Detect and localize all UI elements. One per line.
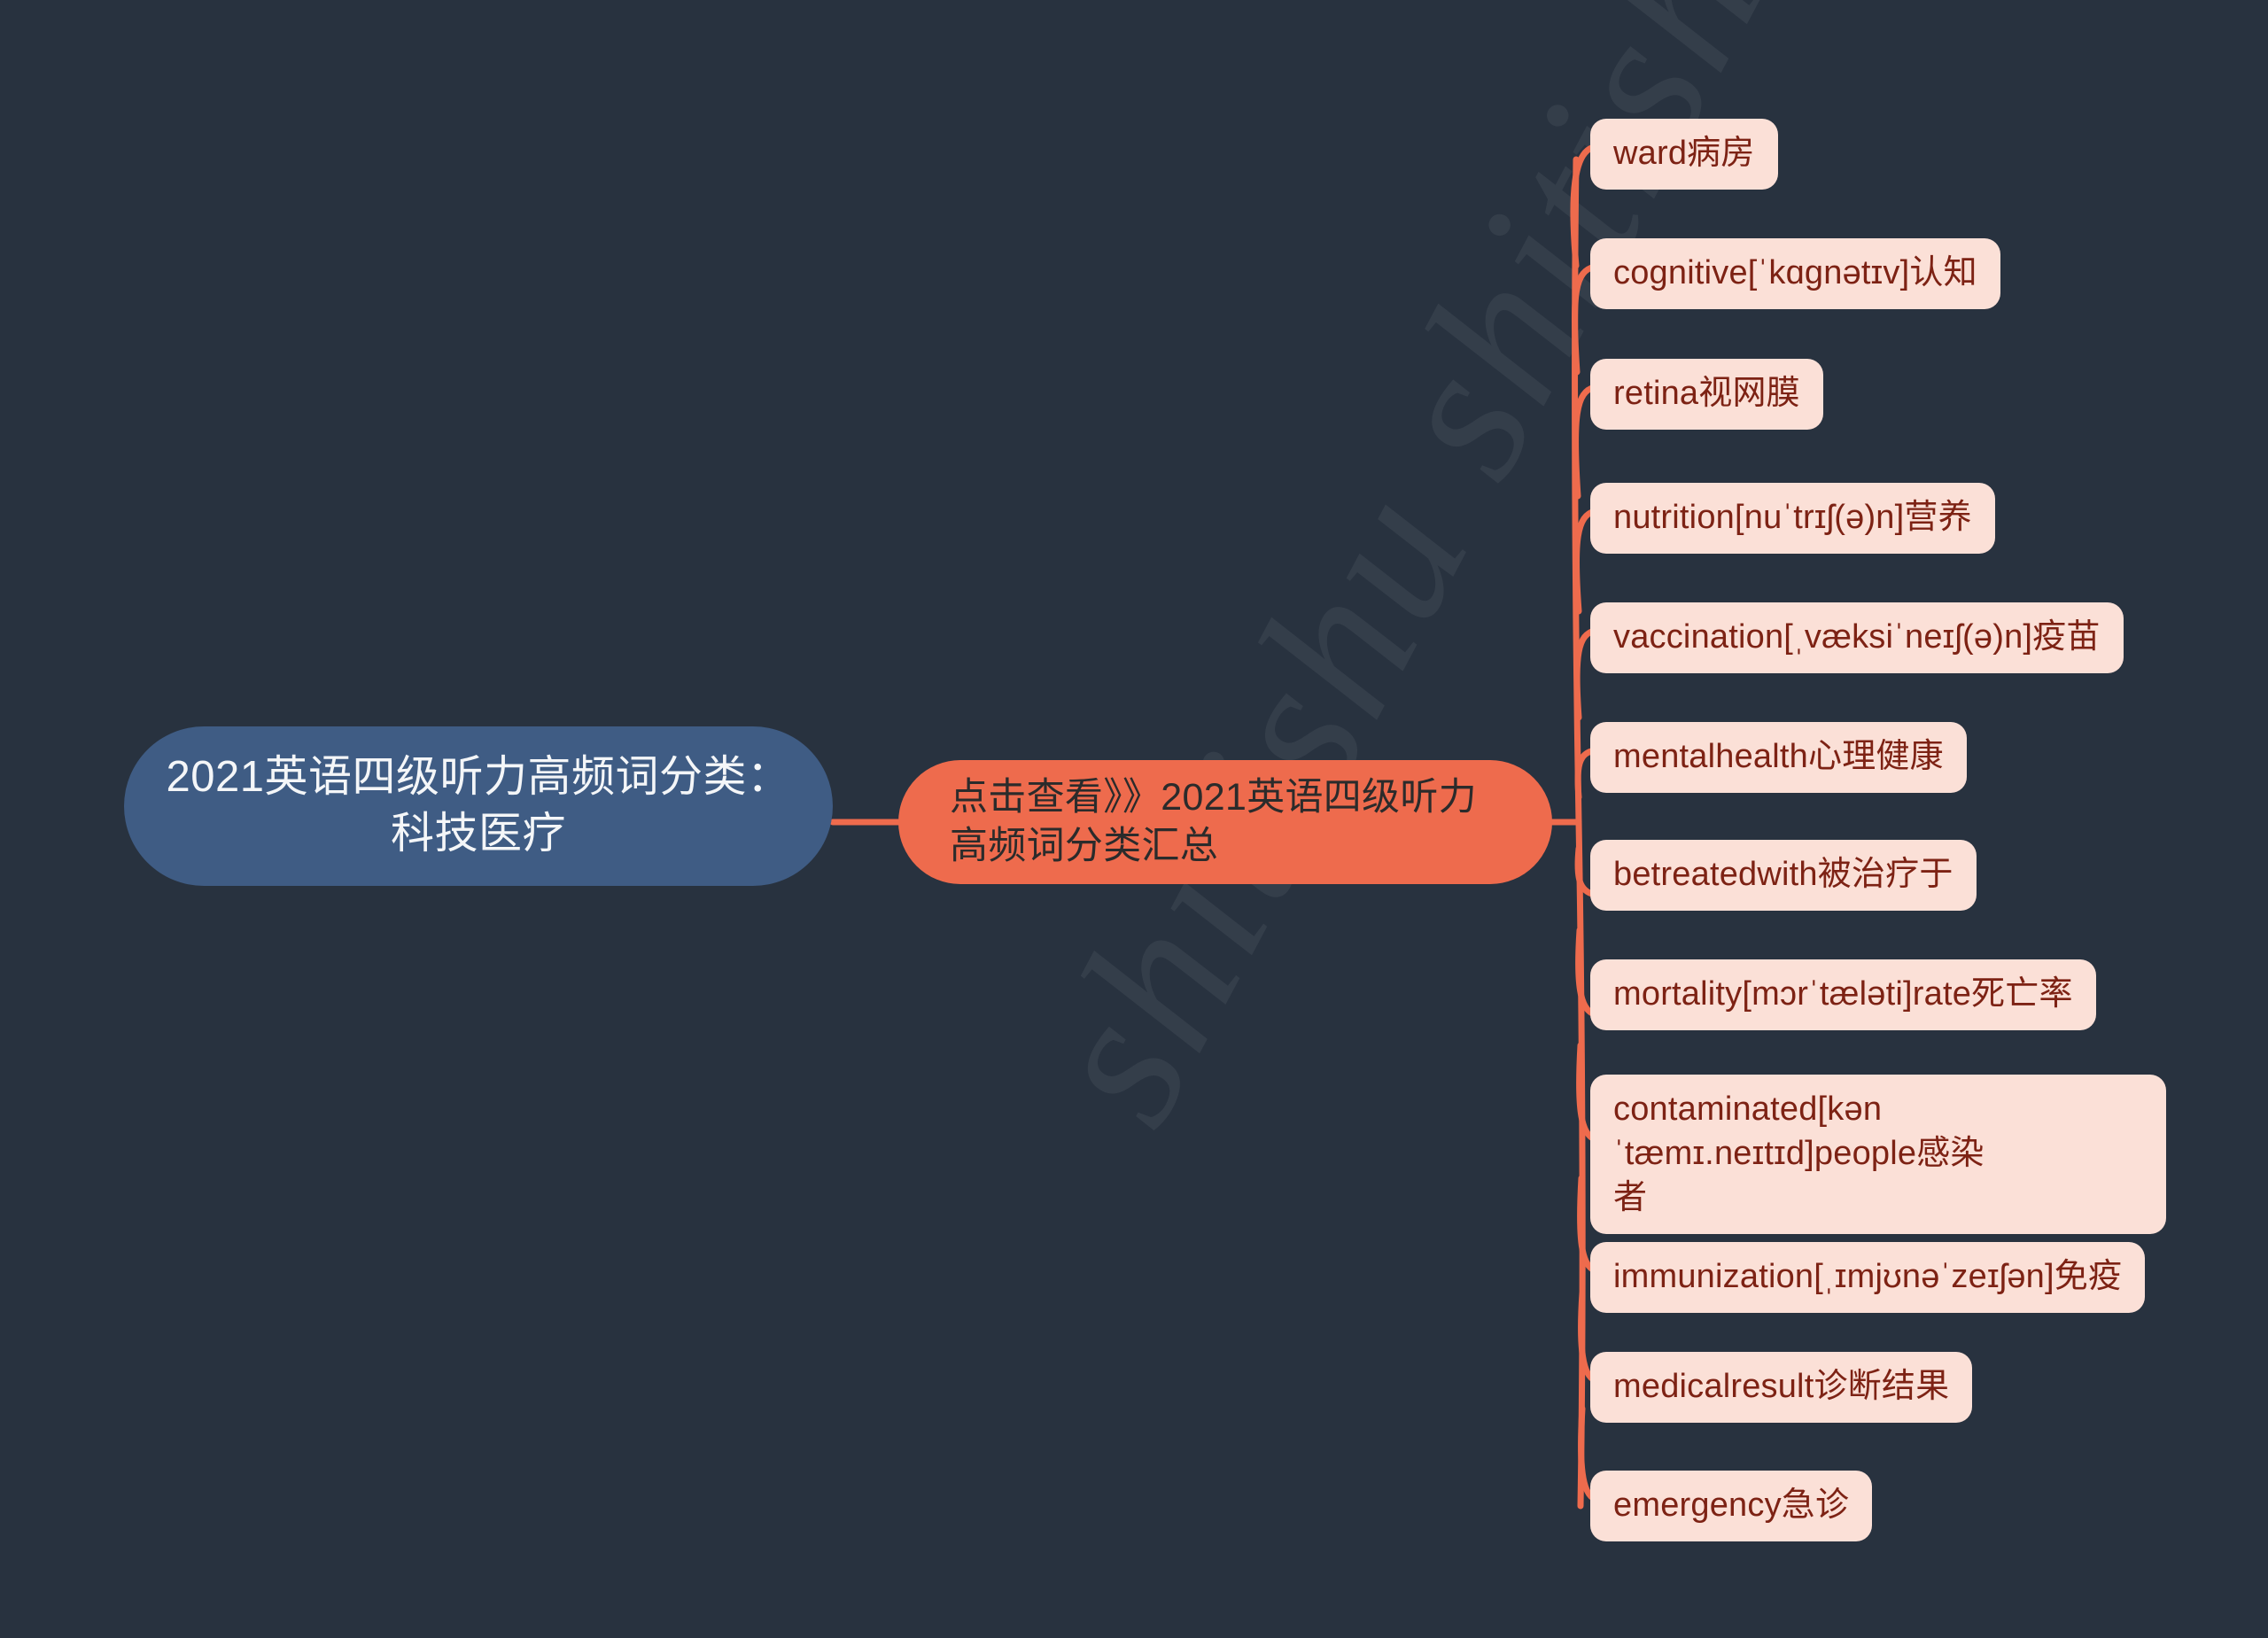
leaf-node-label: immunization[ˌɪmjʊnəˈzeɪʃən]免疫: [1613, 1258, 2123, 1295]
leaf-node-label: nutrition[nuˈtrɪʃ(ə)n]营养: [1613, 499, 1972, 536]
leaf-node-7[interactable]: betreatedwith被治疗于: [1590, 840, 1977, 912]
leaf-node-label: mortality[mɔrˈtæləti]rate死亡率: [1613, 975, 2073, 1013]
leaf-node-12[interactable]: emergency急诊: [1590, 1471, 1873, 1542]
leaf-node-label: betreatedwith被治疗于: [1613, 856, 1953, 893]
leaf-node-label: cognitive[ˈkɑgnətɪv]认知: [1613, 254, 1977, 291]
leaf-node-label: emergency急诊: [1613, 1487, 1850, 1524]
leaf-node-10[interactable]: immunization[ˌɪmjʊnəˈzeɪʃən]免疫: [1590, 1242, 2146, 1314]
leaf-node-9[interactable]: contaminated[kənˈtæmɪ.neɪtɪd]people感染 者: [1590, 1075, 2166, 1235]
branch-node[interactable]: 点击查看》》2021英语四级听力高频词分类汇总: [898, 760, 1552, 884]
leaf-node-label: mentalhealth心理健康: [1613, 738, 1944, 775]
leaf-node-label: medicalresult诊断结果: [1613, 1368, 1950, 1405]
root-node[interactable]: 2021英语四级听力高频词分类：科技医疗: [124, 726, 833, 886]
leaf-node-5[interactable]: vaccination[ˌvæksiˈneɪʃ(ə)n]疫苗: [1590, 602, 2124, 674]
connector-trunk-upper: [1572, 156, 1582, 826]
connector-trunk-lower: [1575, 819, 1586, 1510]
leaf-node-1[interactable]: ward病房: [1590, 119, 1778, 190]
leaf-node-label: vaccination[ˌvæksiˈneɪʃ(ə)n]疫苗: [1613, 618, 2101, 656]
leaf-node-8[interactable]: mortality[mɔrˈtæləti]rate死亡率: [1590, 959, 2096, 1031]
leaf-node-4[interactable]: nutrition[nuˈtrɪʃ(ə)n]营养: [1590, 483, 1995, 555]
leaf-node-label: retina视网膜: [1613, 375, 1800, 412]
leaf-node-6[interactable]: mentalhealth心理健康: [1590, 722, 1967, 794]
root-node-label: 2021英语四级听力高频词分类：科技医疗: [166, 753, 791, 858]
leaf-node-3[interactable]: retina视网膜: [1590, 359, 1823, 431]
leaf-node-label: ward病房: [1613, 135, 1755, 172]
leaf-node-11[interactable]: medicalresult诊断结果: [1590, 1352, 1973, 1424]
branch-node-label: 点击查看》》2021英语四级听力高频词分类汇总: [950, 775, 1477, 867]
mindmap-canvas: shitishu shitishu 2021英语四级听力高频词分类：科技医疗 点…: [0, 0, 2268, 1638]
leaf-node-2[interactable]: cognitive[ˈkɑgnətɪv]认知: [1590, 238, 2000, 310]
leaf-node-label: contaminated[kənˈtæmɪ.neɪtɪd]people感染 者: [1613, 1091, 1984, 1217]
